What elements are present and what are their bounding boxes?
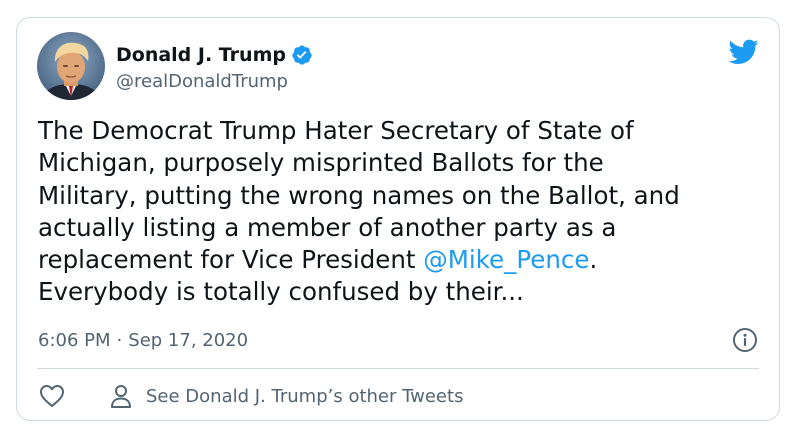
author-names: Donald J. Trump @realDonaldTrump (116, 41, 313, 92)
heart-icon[interactable] (38, 383, 66, 409)
tweet-time: 6:06 PM (38, 329, 111, 351)
tweet-text: The Democrat Trump Hater Secretary of St… (38, 115, 768, 309)
info-icon[interactable] (732, 327, 758, 353)
divider (37, 368, 759, 369)
meta-separator: · (116, 329, 123, 351)
twitter-bird-icon[interactable] (727, 38, 759, 66)
avatar[interactable] (37, 32, 105, 100)
tweet-card: Donald J. Trump @realDonaldTrump The Dem… (16, 17, 780, 421)
see-other-tweets-label: See Donald J. Trump’s other Tweets (146, 385, 464, 407)
tweet-timestamp[interactable]: 6:06 PM · Sep 17, 2020 (38, 326, 248, 354)
tweet-header: Donald J. Trump @realDonaldTrump (37, 32, 313, 100)
name-row: Donald J. Trump (116, 41, 313, 69)
tweet-actions: See Donald J. Trump’s other Tweets (38, 380, 463, 412)
author-display-name[interactable]: Donald J. Trump (116, 44, 286, 66)
mention-link[interactable]: @Mike_Pence (423, 245, 589, 274)
avatar-image (37, 32, 105, 100)
author-handle[interactable]: @realDonaldTrump (116, 71, 313, 92)
see-other-tweets-link[interactable]: See Donald J. Trump’s other Tweets (110, 383, 463, 409)
person-icon (110, 383, 132, 409)
verified-badge-icon (291, 44, 313, 66)
tweet-date: Sep 17, 2020 (128, 329, 249, 351)
